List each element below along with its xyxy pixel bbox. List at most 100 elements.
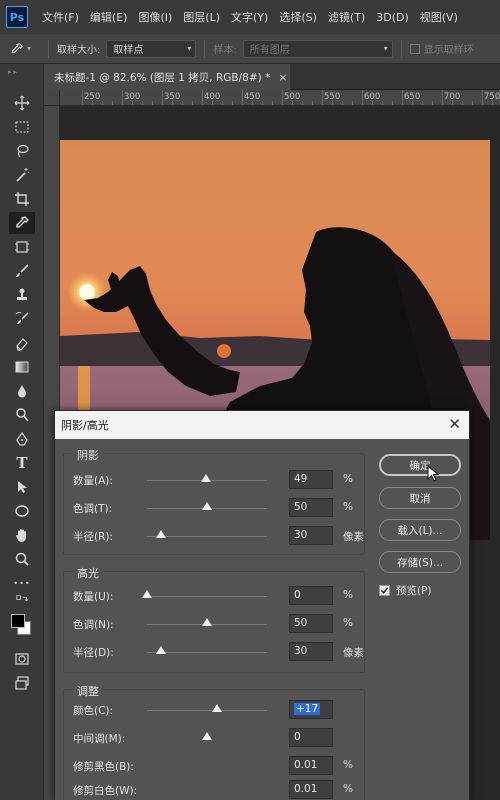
more-icon[interactable]: ••• xyxy=(9,572,35,594)
document-tab-bar: 未标题-1 @ 82.6% (图层 1 拷贝, RGB/8#) * × xyxy=(44,64,500,90)
shadows-amount-unit: % xyxy=(343,473,353,485)
color-slider-track[interactable] xyxy=(147,710,267,711)
lasso-icon[interactable] xyxy=(9,140,35,162)
load-button[interactable]: 载入(L)... xyxy=(379,519,461,541)
stamp-icon[interactable] xyxy=(9,284,35,306)
quick-mask-icon[interactable] xyxy=(9,648,35,670)
ruler-tick xyxy=(122,90,123,105)
pen-icon[interactable] xyxy=(9,428,35,450)
highlights-tone-slider-thumb[interactable] xyxy=(202,618,212,626)
swap-colors-icon[interactable] xyxy=(9,594,35,608)
highlights-radius-input[interactable]: 30 xyxy=(289,642,333,661)
document-tab[interactable]: 未标题-1 @ 82.6% (图层 1 拷贝, RGB/8#) * × xyxy=(44,64,290,90)
highlights-tone-unit: % xyxy=(343,617,353,629)
save-button[interactable]: 存储(S)... xyxy=(379,551,461,573)
shadows-amount-input[interactable]: 49 xyxy=(289,470,333,489)
eraser-icon[interactable] xyxy=(9,332,35,354)
shadows-radius-slider-thumb[interactable] xyxy=(156,530,167,538)
cancel-button[interactable]: 取消 xyxy=(379,487,461,509)
menu-edit[interactable]: 编辑(E) xyxy=(90,9,128,25)
highlights-amount-slider-thumb[interactable] xyxy=(142,590,152,598)
white-clip-input[interactable]: 0.01 xyxy=(289,780,333,799)
chevron-down-icon: ▾ xyxy=(27,44,32,53)
color-row: 颜色(C): +17 xyxy=(63,699,365,721)
highlights-tone-input[interactable]: 50 xyxy=(289,614,333,633)
shadows-tone-unit: % xyxy=(343,501,353,513)
shadows-radius-unit: 像素 xyxy=(343,531,364,543)
type-icon[interactable]: T xyxy=(9,452,35,474)
midtone-input[interactable]: 0 xyxy=(289,728,333,747)
menu-3d[interactable]: 3D(D) xyxy=(376,11,409,24)
black-clip-label: 修剪黑色(B): xyxy=(73,761,134,773)
ruler-tick xyxy=(322,90,323,105)
menu-image[interactable]: 图像(I) xyxy=(138,9,172,25)
menu-filter[interactable]: 滤镜(T) xyxy=(328,9,365,25)
highlights-amount-input[interactable]: 0 xyxy=(289,586,333,605)
eyedropper-icon xyxy=(12,42,24,53)
frame-icon[interactable] xyxy=(9,236,35,258)
close-icon[interactable]: ✕ xyxy=(448,415,461,433)
shadows-amount-slider-thumb[interactable] xyxy=(200,474,211,482)
sample-label: 样本: xyxy=(213,45,237,56)
color-label: 颜色(C): xyxy=(73,705,114,717)
ruler-origin[interactable] xyxy=(44,90,60,106)
shadows-highlights-dialog: 阴影/高光 ✕ 阴影 数量(A): 49 % 色调(T): 50 % 半径(R)… xyxy=(54,410,470,800)
tool-preset-picker[interactable]: ▾ xyxy=(10,38,40,60)
adjustments-group-title: 调整 xyxy=(73,683,103,699)
color-input[interactable]: +17 xyxy=(289,700,333,719)
marquee-icon[interactable] xyxy=(9,116,35,138)
white-clip-label: 修剪白色(W): xyxy=(73,785,138,797)
chevron-down-icon: ▾ xyxy=(187,43,192,53)
ruler-tick xyxy=(162,90,163,105)
shadows-radius-input[interactable]: 30 xyxy=(289,526,333,545)
eyedropper-icon[interactable] xyxy=(9,212,35,234)
preview-checkbox[interactable] xyxy=(379,585,390,596)
shadows-tone-slider-thumb[interactable] xyxy=(202,502,212,510)
midtone-slider-thumb[interactable] xyxy=(202,732,212,740)
sample-select[interactable]: 所有图层 ▾ xyxy=(242,39,393,58)
sample-size-select[interactable]: 取样点 ▾ xyxy=(106,39,197,58)
close-icon[interactable]: × xyxy=(278,71,287,84)
zoom-icon[interactable] xyxy=(9,548,35,570)
panel-grip[interactable]: ▸▸ xyxy=(8,68,36,76)
blur-icon[interactable] xyxy=(9,380,35,402)
history-brush-icon[interactable] xyxy=(9,308,35,330)
path-select-icon[interactable] xyxy=(9,476,35,498)
divider xyxy=(204,39,206,58)
shadows-amount-row: 数量(A): 49 % xyxy=(63,469,365,491)
highlights-amount-slider-track[interactable] xyxy=(147,596,267,597)
highlights-radius-slider-thumb[interactable] xyxy=(156,646,167,654)
horizontal-ruler[interactable]: 250 300 350 400 450 500 550 600 650 700 750 xyxy=(60,90,500,106)
shadows-tone-row: 色调(T): 50 % xyxy=(63,497,365,519)
brush-icon[interactable] xyxy=(9,260,35,282)
highlights-amount-row: 数量(U): 0 % xyxy=(63,585,365,607)
black-clip-input[interactable]: 0.01 xyxy=(289,756,333,775)
dodge-icon[interactable] xyxy=(9,404,35,426)
gradient-icon[interactable] xyxy=(9,356,35,378)
hand-icon[interactable] xyxy=(9,524,35,546)
crop-icon[interactable] xyxy=(9,188,35,210)
menu-view[interactable]: 视图(V) xyxy=(420,9,458,25)
preview-toggle[interactable]: 预览(P) xyxy=(379,583,432,598)
highlights-tone-row: 色调(N): 50 % xyxy=(63,613,365,635)
screen-mode-icon[interactable] xyxy=(9,672,35,694)
document-tab-title: 未标题-1 @ 82.6% (图层 1 拷贝, RGB/8#) * xyxy=(54,71,271,84)
shadows-tone-input[interactable]: 50 xyxy=(289,498,333,517)
menu-layer[interactable]: 图层(L) xyxy=(183,9,220,25)
foreground-background-icon[interactable] xyxy=(9,610,35,640)
ellipse-icon[interactable] xyxy=(9,500,35,522)
show-ring-checkbox[interactable] xyxy=(409,43,420,54)
dialog-titlebar[interactable]: 阴影/高光 ✕ xyxy=(55,411,469,439)
menu-select[interactable]: 选择(S) xyxy=(279,9,317,25)
shadows-radius-row: 半径(R): 30 像素 xyxy=(63,525,365,547)
color-slider-thumb[interactable] xyxy=(211,704,222,712)
magic-wand-icon[interactable] xyxy=(9,164,35,186)
dialog-title: 阴影/高光 xyxy=(61,419,109,432)
move-icon[interactable] xyxy=(9,92,35,114)
ok-button[interactable]: 确定 xyxy=(379,454,461,476)
divider xyxy=(400,39,402,58)
menu-type[interactable]: 文字(Y) xyxy=(231,9,268,25)
menu-file[interactable]: 文件(F) xyxy=(42,9,79,25)
ruler-tick xyxy=(282,90,283,105)
color-input-selected-text: +17 xyxy=(294,703,321,715)
